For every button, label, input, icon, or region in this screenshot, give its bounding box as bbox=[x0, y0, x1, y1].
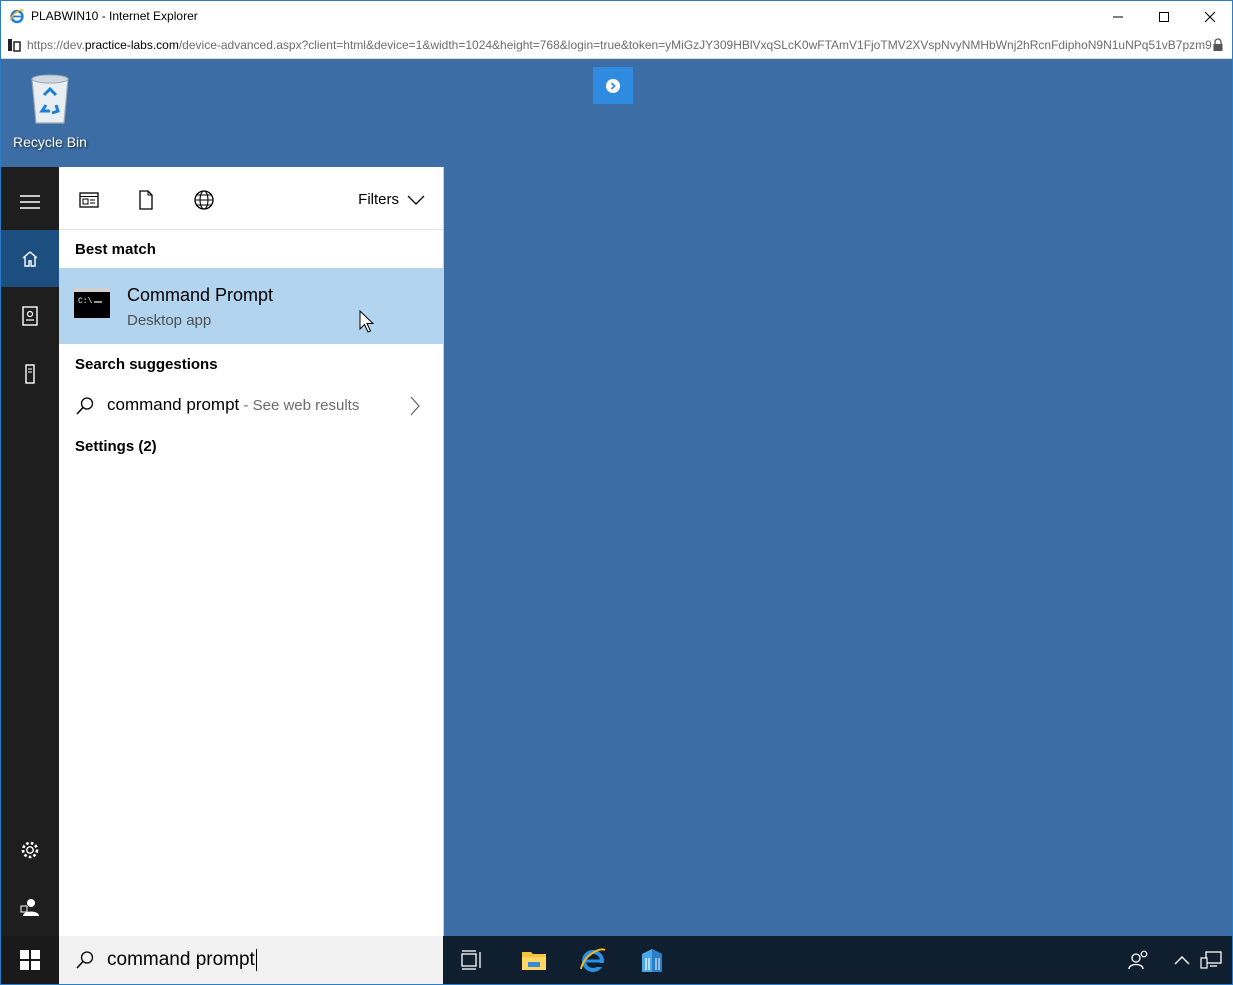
suggestion-query: command prompt bbox=[107, 395, 240, 414]
notebook-icon bbox=[22, 305, 38, 326]
taskbar: command prompt bbox=[1, 936, 1232, 984]
documents-filter-button[interactable] bbox=[135, 189, 157, 211]
people-icon bbox=[1128, 950, 1148, 970]
server-manager-button[interactable] bbox=[636, 944, 668, 976]
suggestion-suffix: - See web results bbox=[239, 397, 360, 414]
title-bar: PLABWIN10 - Internet Explorer bbox=[1, 1, 1232, 32]
address-bar[interactable]: https://dev.practice-labs.com/device-adv… bbox=[1, 32, 1232, 59]
user-account-button[interactable] bbox=[1, 878, 59, 935]
best-match-subtitle: Desktop app bbox=[127, 312, 212, 329]
browser-window: PLABWIN10 - Internet Explorer https://de… bbox=[0, 0, 1233, 985]
user-icon bbox=[20, 898, 39, 916]
windows-logo-icon bbox=[20, 950, 40, 970]
web-suggestion-item[interactable]: command prompt - See web results bbox=[59, 391, 443, 421]
maximize-icon bbox=[1159, 11, 1169, 22]
file-explorer-icon bbox=[522, 952, 546, 970]
best-match-heading: Best match bbox=[75, 241, 156, 258]
internet-explorer-button[interactable] bbox=[577, 944, 609, 976]
url-host: practice-labs.com bbox=[84, 38, 179, 52]
apps-filter-button[interactable] bbox=[78, 189, 100, 211]
network-status-button[interactable] bbox=[1195, 944, 1227, 976]
network-icon bbox=[1200, 951, 1222, 969]
mouse-cursor-icon bbox=[359, 310, 375, 333]
minimize-icon bbox=[1113, 16, 1123, 17]
internet-explorer-icon bbox=[580, 948, 606, 972]
search-filter-bar: Filters bbox=[59, 167, 443, 230]
gear-icon bbox=[21, 841, 39, 858]
server-manager-icon bbox=[642, 949, 662, 972]
taskbar-search-box[interactable]: command prompt bbox=[59, 936, 443, 984]
documents-button[interactable] bbox=[1, 287, 59, 344]
settings-button[interactable] bbox=[1, 821, 59, 878]
start-menu-rail bbox=[1, 167, 59, 936]
filters-label: Filters bbox=[358, 191, 399, 208]
remote-toolbar-toggle[interactable] bbox=[593, 67, 633, 104]
home-button[interactable] bbox=[1, 230, 59, 287]
home-icon bbox=[22, 250, 38, 267]
maximize-button[interactable] bbox=[1141, 1, 1187, 32]
url-text[interactable]: https://dev.practice-labs.com/device-adv… bbox=[27, 38, 1212, 52]
chevron-up-icon bbox=[1174, 956, 1190, 965]
suggestion-text: command prompt - See web results bbox=[107, 395, 359, 415]
search-input-value: command prompt bbox=[107, 949, 255, 971]
task-view-icon bbox=[461, 950, 481, 970]
search-results-pane: Filters Best match C:\ Command Prompt De… bbox=[59, 167, 444, 936]
best-match-result[interactable]: C:\ Command Prompt Desktop app bbox=[59, 268, 443, 344]
url-prefix: https://dev. bbox=[27, 38, 85, 52]
recycle-bin-label: Recycle Bin bbox=[13, 134, 87, 150]
search-suggestions-heading: Search suggestions bbox=[75, 356, 218, 373]
file-explorer-button[interactable] bbox=[518, 944, 550, 976]
devices-button[interactable] bbox=[1, 345, 59, 402]
people-button[interactable] bbox=[1123, 944, 1155, 976]
internet-explorer-icon bbox=[9, 9, 24, 24]
search-icon bbox=[76, 951, 94, 969]
globe-icon bbox=[194, 190, 214, 210]
search-input[interactable]: command prompt bbox=[107, 949, 257, 971]
close-icon bbox=[1204, 11, 1216, 22]
recycle-bin-shortcut[interactable]: Recycle Bin bbox=[9, 71, 91, 150]
show-hidden-icons-button[interactable] bbox=[1166, 944, 1198, 976]
site-favicon-icon bbox=[8, 39, 21, 52]
close-button[interactable] bbox=[1187, 1, 1232, 32]
start-button[interactable] bbox=[1, 936, 59, 984]
app-window-icon bbox=[79, 192, 99, 208]
expand-circle-icon bbox=[606, 78, 620, 93]
window-title: PLABWIN10 - Internet Explorer bbox=[31, 9, 198, 23]
recycle-bin-icon bbox=[31, 74, 69, 124]
chevron-right-icon bbox=[410, 396, 420, 416]
web-filter-button[interactable] bbox=[193, 189, 215, 211]
command-prompt-icon: C:\ bbox=[74, 288, 110, 318]
minimize-button[interactable] bbox=[1095, 1, 1141, 32]
document-icon bbox=[139, 190, 153, 210]
url-path: /device-advanced.aspx?client=html&device… bbox=[178, 38, 1212, 52]
hamburger-icon bbox=[20, 194, 40, 209]
text-caret bbox=[255, 949, 257, 971]
best-match-title: Command Prompt bbox=[127, 285, 274, 305]
svg-text:C:\: C:\ bbox=[78, 297, 93, 306]
task-view-button[interactable] bbox=[456, 944, 488, 976]
prompt-glyph: C:\ bbox=[78, 297, 102, 306]
search-icon bbox=[76, 397, 94, 415]
chevron-down-icon bbox=[407, 195, 425, 205]
lock-icon[interactable] bbox=[1212, 38, 1224, 52]
filters-dropdown[interactable]: Filters bbox=[358, 191, 425, 208]
tower-icon bbox=[25, 363, 35, 384]
hamburger-menu-button[interactable] bbox=[1, 173, 59, 230]
settings-group-heading[interactable]: Settings (2) bbox=[75, 438, 157, 455]
